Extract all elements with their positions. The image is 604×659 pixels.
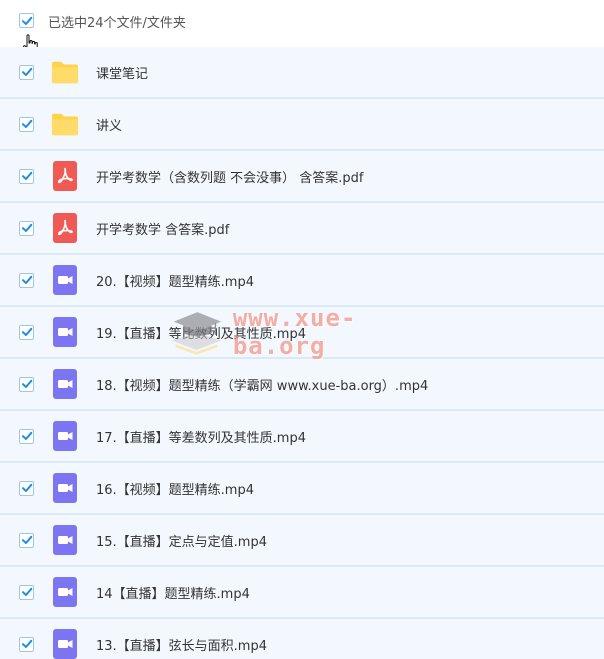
select-all-checkbox[interactable] xyxy=(19,13,34,28)
file-name[interactable]: 开学考数学 含答案.pdf xyxy=(96,219,229,238)
video-icon xyxy=(51,369,79,399)
video-icon xyxy=(51,629,79,659)
file-checkbox[interactable] xyxy=(19,532,34,548)
file-name[interactable]: 19.【直播】等比数列及其性质.mp4 xyxy=(96,323,306,342)
file-row[interactable]: 15.【直播】定点与定值.mp4 xyxy=(0,515,604,567)
file-checkbox[interactable] xyxy=(19,324,34,340)
file-checkbox[interactable] xyxy=(19,116,34,132)
folder-icon xyxy=(51,57,79,87)
folder-icon xyxy=(51,109,79,139)
file-name[interactable]: 18.【视频】题型精练（学霸网 www.xue-ba.org）.mp4 xyxy=(96,375,428,394)
file-name[interactable]: 课堂笔记 xyxy=(96,63,148,82)
file-name[interactable]: 开学考数学（含数列题 不会没事） 含答案.pdf xyxy=(96,167,363,186)
file-row[interactable]: 14【直播】题型精练.mp4 xyxy=(0,567,604,619)
video-icon xyxy=(51,577,79,607)
file-name[interactable]: 20.【视频】题型精练.mp4 xyxy=(96,271,254,290)
file-checkbox[interactable] xyxy=(19,376,34,392)
check-icon xyxy=(21,119,32,128)
file-checkbox[interactable] xyxy=(19,220,34,236)
file-name[interactable]: 16.【视频】题型精练.mp4 xyxy=(96,479,254,498)
file-row[interactable]: 13.【直播】弦长与面积.mp4 xyxy=(0,619,604,659)
file-checkbox[interactable] xyxy=(19,636,34,652)
video-icon xyxy=(51,421,79,451)
file-name[interactable]: 讲义 xyxy=(96,115,122,134)
video-icon xyxy=(51,265,79,295)
file-row[interactable]: 20.【视频】题型精练.mp4 xyxy=(0,255,604,307)
file-row[interactable]: 课堂笔记 xyxy=(0,47,604,99)
file-checkbox[interactable] xyxy=(19,64,34,80)
file-row[interactable]: 开学考数学 含答案.pdf xyxy=(0,203,604,255)
file-checkbox[interactable] xyxy=(19,272,34,288)
file-row[interactable]: 18.【视频】题型精练（学霸网 www.xue-ba.org）.mp4 xyxy=(0,359,604,411)
check-icon xyxy=(21,16,32,25)
file-list: 课堂笔记讲义开学考数学（含数列题 不会没事） 含答案.pdf 开学考数学 含答案.… xyxy=(0,47,604,659)
video-icon xyxy=(51,473,79,503)
file-name[interactable]: 13.【直播】弦长与面积.mp4 xyxy=(96,635,267,654)
check-icon xyxy=(21,587,32,596)
video-icon xyxy=(51,525,79,555)
check-icon xyxy=(21,223,32,232)
check-icon xyxy=(21,327,32,336)
check-icon xyxy=(21,171,32,180)
check-icon xyxy=(21,67,32,76)
selection-count-label: 已选中24个文件/文件夹 xyxy=(48,16,186,31)
file-checkbox[interactable] xyxy=(19,428,34,444)
check-icon xyxy=(21,639,32,648)
file-name[interactable]: 17.【直播】等差数列及其性质.mp4 xyxy=(96,427,306,446)
file-checkbox[interactable] xyxy=(19,168,34,184)
pdf-icon xyxy=(51,161,79,191)
check-icon xyxy=(21,379,32,388)
check-icon xyxy=(21,275,32,284)
file-checkbox[interactable] xyxy=(19,480,34,496)
file-row[interactable]: 17.【直播】等差数列及其性质.mp4 xyxy=(0,411,604,463)
file-row[interactable]: 讲义 xyxy=(0,99,604,151)
check-icon xyxy=(21,535,32,544)
video-icon xyxy=(51,317,79,347)
check-icon xyxy=(21,431,32,440)
file-row[interactable]: 19.【直播】等比数列及其性质.mp4 xyxy=(0,307,604,359)
selection-header: 已选中24个文件/文件夹 xyxy=(0,0,604,47)
pdf-icon xyxy=(51,213,79,243)
check-icon xyxy=(21,483,32,492)
file-checkbox[interactable] xyxy=(19,584,34,600)
file-row[interactable]: 16.【视频】题型精练.mp4 xyxy=(0,463,604,515)
file-row[interactable]: 开学考数学（含数列题 不会没事） 含答案.pdf xyxy=(0,151,604,203)
file-name[interactable]: 15.【直播】定点与定值.mp4 xyxy=(96,531,267,550)
file-name[interactable]: 14【直播】题型精练.mp4 xyxy=(96,583,250,602)
